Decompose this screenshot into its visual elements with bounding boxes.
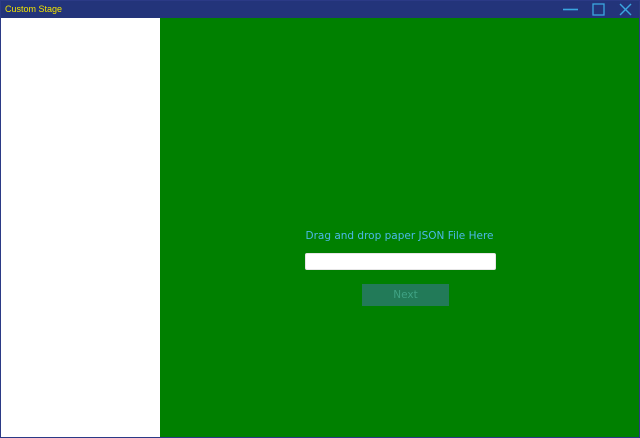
- minimize-icon: [563, 8, 578, 11]
- next-button[interactable]: Next: [362, 284, 449, 306]
- close-icon: [619, 3, 632, 16]
- file-path-input[interactable]: [305, 253, 496, 270]
- app-window: Custom Stage Drag and drop paper JSON Fi…: [0, 0, 640, 438]
- close-button[interactable]: [611, 1, 639, 18]
- title-bar[interactable]: Custom Stage: [1, 1, 639, 18]
- window-title: Custom Stage: [5, 4, 63, 14]
- maximize-button[interactable]: [584, 1, 612, 18]
- left-panel: [1, 18, 160, 437]
- maximize-icon: [592, 3, 605, 16]
- minimize-button[interactable]: [557, 1, 585, 18]
- drop-instructions: Drag and drop paper JSON File Here: [305, 230, 494, 242]
- drop-zone[interactable]: Drag and drop paper JSON File Here Next: [160, 18, 639, 437]
